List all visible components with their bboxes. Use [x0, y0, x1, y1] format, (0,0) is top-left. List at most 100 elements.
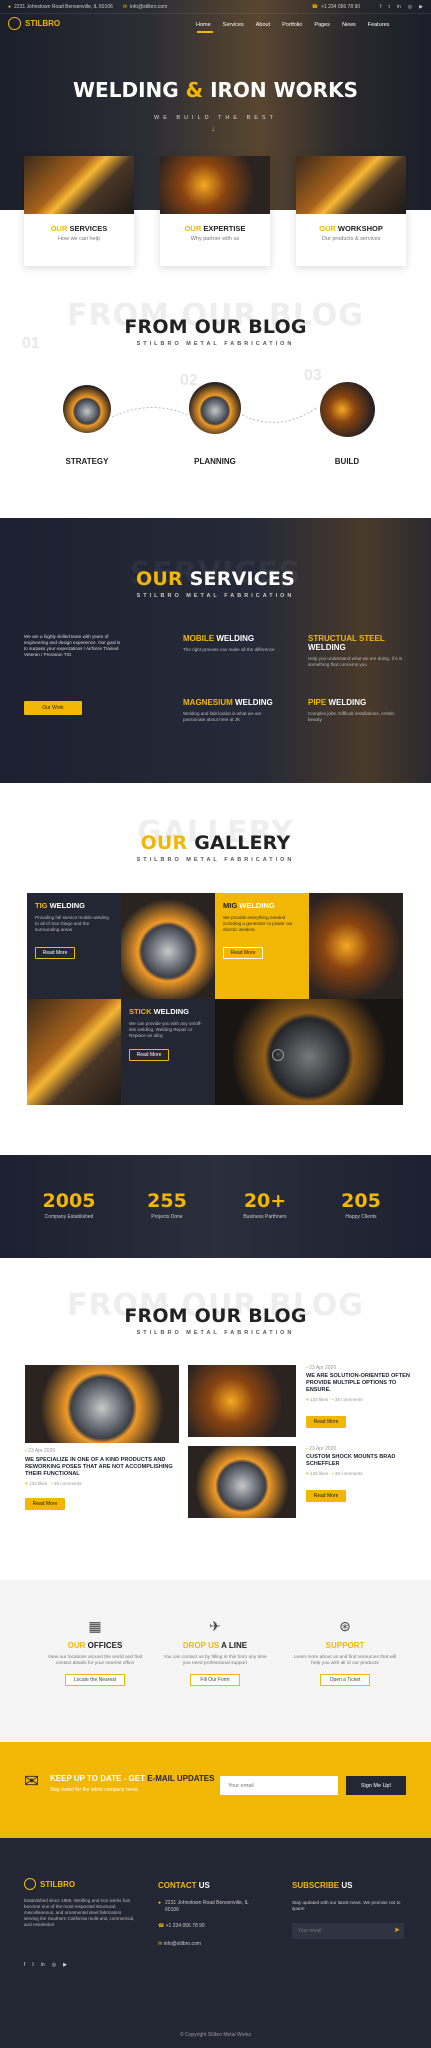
- blog-side-image[interactable]: [188, 1365, 296, 1437]
- nav-portfolio[interactable]: Portfolio: [282, 22, 302, 28]
- top-bar: ● 2231 Johnstown Road Bensenville, IL 60…: [0, 0, 431, 14]
- fill-form-button[interactable]: Fill Our Form: [190, 1674, 240, 1687]
- location-icon: ●: [158, 1900, 162, 1906]
- blog-side-post[interactable]: ▪ 23 Apr 2020 CUSTOM SHOCK MOUNTS BRAD S…: [306, 1446, 412, 1502]
- youtube-icon[interactable]: ▶: [63, 1962, 67, 1968]
- stat-clients: 205 Happy Clients: [341, 1190, 381, 1220]
- tig-read-more-button[interactable]: Read More: [35, 947, 75, 959]
- location-icon: ●: [8, 3, 12, 10]
- footer-email-input[interactable]: [292, 1923, 404, 1939]
- helmet-logo-icon: [8, 17, 21, 30]
- services-title: OUR SERVICES: [136, 568, 295, 590]
- gallery-image-wide[interactable]: ›: [215, 999, 403, 1105]
- stat-partners: 20+ Business Parthners: [243, 1190, 287, 1220]
- blog-read-more-button[interactable]: Read More: [306, 1490, 346, 1502]
- service-mobile-welding[interactable]: MOBILE WELDING The right process can mak…: [183, 634, 283, 653]
- blog-post-image[interactable]: [25, 1365, 179, 1443]
- gallery-image[interactable]: [27, 999, 121, 1105]
- nav-features[interactable]: Features: [368, 22, 390, 28]
- step-build-label: BUILD: [334, 457, 360, 466]
- gallery-title: OUR GALLERY: [140, 832, 291, 854]
- envelope-icon: ✉: [24, 1771, 40, 1791]
- step-number: 01: [22, 335, 40, 352]
- footer-phone[interactable]: ☎ +1 234 056 78 90: [158, 1923, 205, 1929]
- our-work-button[interactable]: Our Work: [24, 701, 82, 715]
- brand-logo[interactable]: STILBRO: [8, 17, 60, 30]
- facebook-icon[interactable]: f: [380, 4, 381, 10]
- sign-me-up-button[interactable]: Sign Me Up!: [346, 1776, 406, 1795]
- gallery-image[interactable]: [121, 893, 215, 999]
- hero-cards: OUR SERVICES How we can help OUR EXPERTI…: [24, 156, 406, 268]
- newsletter-email-input[interactable]: [220, 1776, 338, 1795]
- footer-logo[interactable]: STILBRO: [24, 1878, 75, 1890]
- footer-contact-title: CONTACT US: [158, 1881, 210, 1890]
- linkedin-icon[interactable]: in: [41, 1962, 45, 1968]
- instagram-icon[interactable]: ◎: [52, 1962, 56, 1968]
- youtube-icon[interactable]: ▶: [419, 4, 423, 10]
- paper-plane-icon: ✈: [209, 1618, 221, 1634]
- topbar-address: 2231 Johnstown Road Bensenville, IL 6010…: [14, 3, 113, 10]
- newsletter-title: KEEP UP TO DATE - GET E-MAIL UPDATES: [50, 1774, 215, 1783]
- services-intro: We are a highly skilled team with years …: [24, 634, 121, 657]
- stat-projects: 255 Projects Done: [147, 1190, 187, 1220]
- newsletter-section: ✉ KEEP UP TO DATE - GET E-MAIL UPDATES S…: [0, 1742, 431, 1838]
- gallery-card-mig[interactable]: MIG WELDING We provide everything needed…: [215, 893, 309, 999]
- open-ticket-button[interactable]: Open a Ticket: [320, 1674, 370, 1687]
- blog-side-post[interactable]: ▪ 23 Apr 2020 WE ARE SOLUTION-ORIENTED O…: [306, 1365, 412, 1428]
- blog-read-more-button[interactable]: Read More: [306, 1416, 346, 1428]
- footer-social: f t in ◎ ▶: [24, 1962, 67, 1968]
- gallery-card-tig[interactable]: TIG WELDING Providing full service mobil…: [27, 893, 121, 999]
- nav-about[interactable]: About: [256, 22, 270, 28]
- newsletter-text: Stay tuned for the latest company news.: [50, 1787, 139, 1793]
- service-magnesium-welding[interactable]: MAGNESIUM WELDING Welding and fabricatio…: [183, 698, 283, 723]
- blog-section-subtitle: STILBRO METAL FABRICATION: [136, 341, 295, 347]
- contact-box-drop-line: ✈ DROP US A LINE You can contact us by f…: [160, 1618, 270, 1687]
- blog2-subtitle: STILBRO METAL FABRICATION: [136, 1330, 295, 1336]
- twitter-icon[interactable]: t: [388, 4, 389, 10]
- stick-read-more-button[interactable]: Read More: [129, 1049, 169, 1061]
- nav-home[interactable]: Home: [196, 22, 211, 28]
- facebook-icon[interactable]: f: [24, 1962, 25, 1968]
- building-icon: ▦: [88, 1618, 102, 1634]
- mig-read-more-button[interactable]: Read More: [223, 947, 263, 959]
- contact-boxes-section: ▦ OUR OFFICES View our locations around …: [0, 1580, 431, 1742]
- instagram-icon[interactable]: ◎: [408, 4, 412, 10]
- services-section: SERVICES OUR SERVICES STILBRO METAL FABR…: [0, 518, 431, 783]
- twitter-icon[interactable]: t: [32, 1962, 33, 1968]
- service-structural-steel[interactable]: STRUCTUAL STEEL WELDING Help you underst…: [308, 634, 408, 668]
- gallery-card-stick[interactable]: STICK WELDING We can provide you with an…: [121, 999, 215, 1105]
- locate-nearest-button[interactable]: Locate the Nearest: [65, 1674, 125, 1687]
- step-strategy-label: STRATEGY: [65, 457, 109, 466]
- footer-address: ● 2231 Johnstown Road Bensenville, IL 601…: [158, 1900, 249, 1913]
- nav-active-indicator: [197, 31, 213, 33]
- nav-pages[interactable]: Pages: [314, 22, 330, 28]
- main-nav: Home Services About Portfolio Pages News…: [196, 22, 389, 28]
- mail-icon: ✉: [158, 1941, 163, 1947]
- hero-card-services[interactable]: OUR SERVICES How we can help: [24, 156, 134, 266]
- hero-subtitle: WE BUILD THE BEST: [154, 115, 277, 121]
- arrow-right-icon[interactable]: ›: [272, 1049, 284, 1061]
- gallery-image[interactable]: [309, 893, 403, 999]
- arrow-down-icon[interactable]: ↓: [211, 124, 215, 133]
- step-build-image: [320, 382, 375, 437]
- phone-icon: ☎: [158, 1923, 165, 1929]
- blog-post-title[interactable]: WE SPECIALIZE IN ONE OF A KIND PRODUCTS …: [25, 1457, 179, 1478]
- linkedin-icon[interactable]: in: [397, 4, 401, 10]
- topbar-email[interactable]: info@stilbro.com: [130, 4, 167, 10]
- mail-icon: ✉: [122, 3, 128, 10]
- hero-card-workshop[interactable]: OUR WORKSHOP Our products & services: [296, 156, 406, 266]
- nav-services[interactable]: Services: [223, 22, 244, 28]
- footer: STILBRO Established since 1989, Welding …: [0, 1838, 431, 2048]
- hero-card-expertise[interactable]: OUR EXPERTISE Why partner with us: [160, 156, 270, 266]
- blog-side-image[interactable]: [188, 1446, 296, 1518]
- nav-news[interactable]: News: [342, 22, 356, 28]
- step-number: 03: [304, 367, 322, 384]
- topbar-phone[interactable]: +1 234 056 78 90: [321, 4, 360, 10]
- stat-established: 2005 Company Established: [42, 1190, 96, 1220]
- footer-email[interactable]: ✉ info@stilbro.com: [158, 1941, 201, 1947]
- service-pipe-welding[interactable]: PIPE WELDING Complex jobs. Difficult ins…: [308, 698, 408, 723]
- send-icon[interactable]: ➤: [394, 1926, 400, 1934]
- blog-post-main[interactable]: ▪ 23 Apr 2020 WE SPECIALIZE IN ONE OF A …: [25, 1365, 179, 1510]
- blog-read-more-button[interactable]: Read More: [25, 1498, 65, 1510]
- gallery-grid: TIG WELDING Providing full service mobil…: [27, 893, 403, 1105]
